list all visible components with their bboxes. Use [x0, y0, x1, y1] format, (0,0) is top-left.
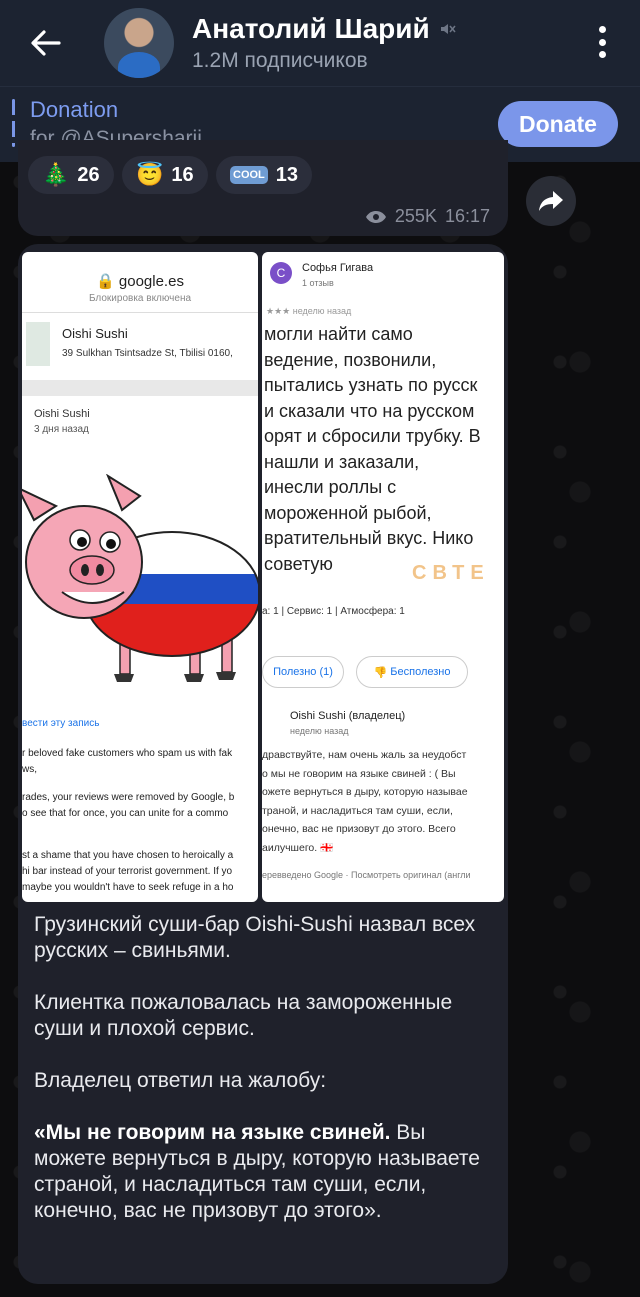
message-time: 16:17: [444, 206, 490, 226]
reaction-cool[interactable]: COOL 13: [216, 156, 313, 194]
more-menu-icon[interactable]: [592, 22, 612, 62]
back-button[interactable]: [24, 21, 68, 65]
reply-line: аилучшего. 🇬🇪: [262, 841, 334, 854]
review-text-line: вратительный вкус. Нико: [264, 528, 474, 548]
message-text: Грузинский суши-бар Oishi-Sushi назвал в…: [34, 912, 494, 1250]
reply-line: дравствуйте, нам очень жаль за неудобст: [262, 749, 467, 761]
channel-info[interactable]: Анатолий Шарий 1.2M подписчиков: [192, 13, 456, 73]
muted-icon: [440, 24, 456, 34]
photo-customer-review[interactable]: С Софья Гигава 1 отзыв ★★★ неделю назад …: [262, 252, 504, 902]
reviews-count: 1 отзыв: [302, 278, 334, 288]
browser-url: 🔒 google.es Блокировка включена: [22, 272, 258, 304]
share-button[interactable]: [526, 176, 576, 226]
owner-reply: дравствуйте, нам очень жаль за неудобст …: [262, 746, 504, 857]
business-name: Oishi Sushi: [62, 326, 128, 341]
divider: [22, 380, 258, 396]
lock-note: Блокировка включена: [88, 293, 192, 304]
christmas-tree-emoji: 🎄: [42, 162, 70, 187]
review-text-line: rades, your reviews were removed by Goog…: [22, 792, 235, 803]
review-time: 3 дня назад: [34, 424, 89, 435]
review-text-line: r beloved fake customers who spam us wit…: [22, 748, 233, 759]
map-thumbnail: [26, 322, 50, 366]
useless-label: Бесполезно: [390, 666, 451, 678]
review-text: могли найти само ведение, позвонили, пыт…: [264, 322, 504, 577]
watermark: СВТЕ: [412, 562, 490, 584]
url-text: google.es: [118, 273, 184, 290]
rating-breakdown: а: 1 | Сервис: 1 | Атмосфера: 1: [262, 606, 405, 617]
channel-header: Анатолий Шарий 1.2M подписчиков: [0, 0, 640, 86]
reaction-count: 13: [275, 163, 299, 186]
message-quote: «Мы не говорим на языке свиней. Вы может…: [34, 1120, 494, 1224]
reply-line: онечно, вас не призовут до этого. Всего: [262, 823, 456, 835]
arrow-left-icon: [31, 30, 61, 56]
review-text-line: ws,: [22, 764, 37, 775]
translation-footer: еревведено Google · Посмотреть оригинал …: [262, 870, 471, 880]
reviewer-name: Oishi Sushi: [34, 408, 90, 420]
owner-reply-time: неделю назад: [290, 726, 349, 736]
share-arrow-icon: [539, 191, 563, 211]
review-text-line: hi bar instead of your terrorist governm…: [22, 866, 233, 877]
view-count: 255K: [394, 206, 437, 226]
pinned-indicator: [12, 99, 15, 147]
thumbs-down-icon: 👎: [373, 666, 391, 679]
reply-line: о мы не говорим на языке свиней : ( Вы: [262, 767, 456, 780]
review-text-line: пытались узнать по русск: [264, 375, 478, 395]
review-text-line: и сказали что на русском: [264, 400, 475, 421]
review-text-line: могли найти само: [264, 324, 413, 344]
review-text-line: нашли и заказали,: [264, 451, 420, 472]
donate-button[interactable]: Donate: [498, 101, 618, 147]
eye-icon: [365, 210, 386, 223]
review-date: ★★★ неделю назад: [266, 306, 351, 317]
donation-title: Donation: [30, 97, 119, 122]
translate-link: вести эту запись: [22, 718, 100, 729]
business-address: 39 Sulkhan Tsintsadze St, Tbilisi 0160,: [62, 348, 233, 359]
reaction-count: 16: [171, 163, 194, 186]
review-text-line: мороженной рыбой,: [264, 502, 432, 523]
reaction-count: 26: [77, 163, 100, 186]
pig-flag-illustration: [22, 474, 258, 682]
review-text-line: инесли роллы с: [264, 477, 397, 497]
message-paragraph: Клиентка пожаловалась на замороженные су…: [34, 991, 453, 1040]
useful-button: Полезно (1): [262, 656, 344, 688]
photo-google-review[interactable]: 🔒 google.es Блокировка включена Oishi Su…: [22, 252, 258, 902]
message-paragraph: Грузинский суши-бар Oishi-Sushi назвал в…: [34, 913, 476, 962]
reaction-angel[interactable]: 😇 16: [122, 156, 208, 194]
review-text-line: o see that for once, you can unite for a…: [22, 808, 229, 819]
channel-title: Анатолий Шарий: [192, 13, 430, 44]
reviewer-avatar: С: [270, 262, 292, 284]
review-text-line: ведение, позвонили,: [264, 349, 437, 370]
reaction-tree[interactable]: 🎄 26: [28, 156, 114, 194]
review-text-line: maybe you wouldn't have to seek refuge i…: [22, 882, 234, 893]
channel-avatar[interactable]: [104, 8, 174, 78]
review-text-line: st a shame that you have chosen to heroi…: [22, 850, 234, 861]
lock-icon: 🔒: [96, 273, 115, 290]
reviewer-name: Софья Гигава: [302, 262, 374, 274]
quote-bold: «Мы не говорим на языке свиней.: [34, 1121, 391, 1144]
review-time: неделю назад: [292, 306, 352, 316]
cool-emoji: COOL: [230, 166, 268, 184]
divider: [22, 312, 258, 313]
reply-line: траной, и насладиться там суши, если,: [262, 804, 453, 817]
review-text-line: орят и сбросили трубку. В: [264, 426, 481, 446]
reply-line: ожете вернуться в дыру, которую называе: [262, 786, 468, 798]
useless-button: 👎 Бесполезно: [356, 656, 468, 688]
message-bubble: 🔒 google.es Блокировка включена Oishi Su…: [18, 244, 508, 1284]
message-meta: 255K 16:17: [365, 206, 490, 227]
owner-name: Oishi Sushi (владелец): [290, 710, 406, 722]
star-icon: ★★★: [266, 306, 291, 316]
message-paragraph: Владелец ответил на жалобу:: [34, 1069, 327, 1092]
subscriber-count: 1.2M подписчиков: [192, 49, 368, 72]
angel-emoji: 😇: [136, 162, 164, 187]
